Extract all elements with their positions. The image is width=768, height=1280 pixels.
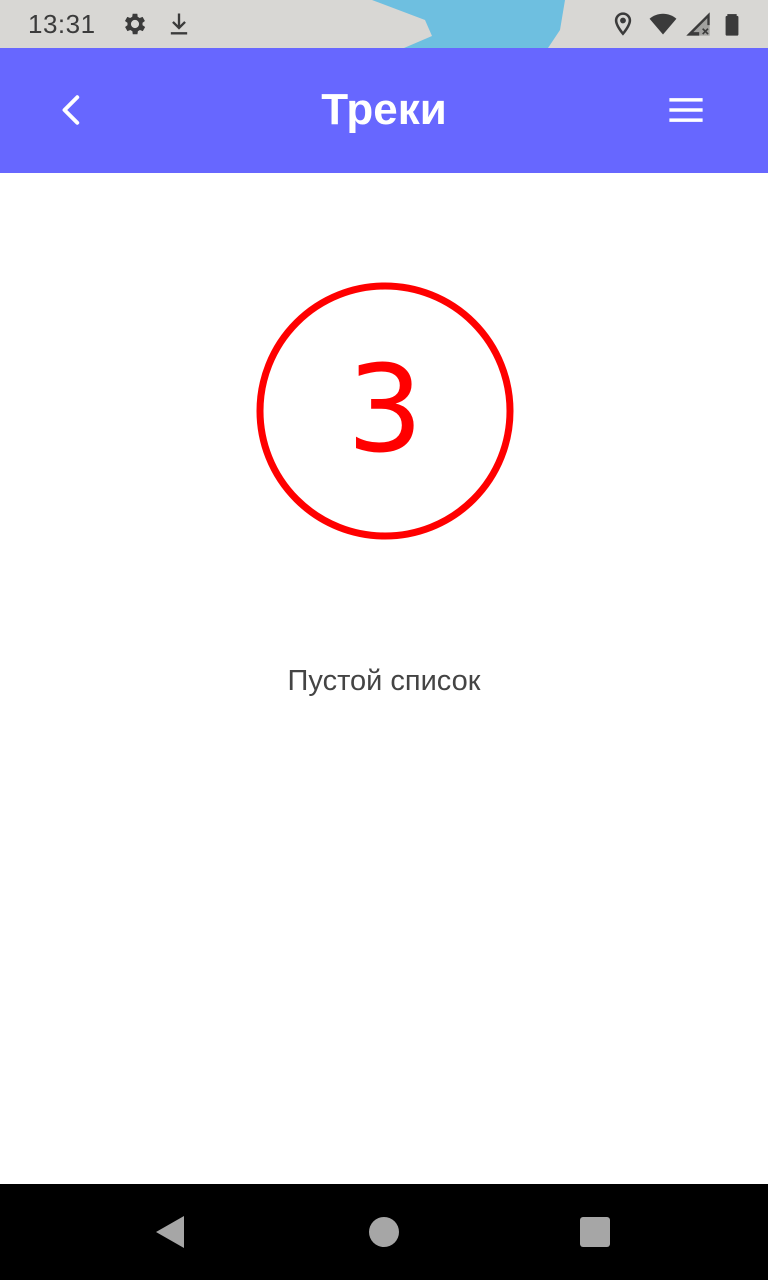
menu-button[interactable] (654, 78, 718, 142)
back-button[interactable] (40, 78, 104, 142)
wifi-icon (647, 10, 679, 38)
empty-state-number: 3 (346, 341, 424, 480)
tracks-list: 3 Пустой список (0, 173, 768, 1184)
chevron-left-icon (62, 95, 80, 125)
battery-icon (718, 10, 746, 38)
app-bar: Треки (0, 48, 768, 173)
recents-square-icon (580, 1217, 610, 1247)
empty-state-message: Пустой список (287, 665, 481, 697)
hamburger-menu-icon (669, 98, 703, 122)
nav-recents-button[interactable] (563, 1204, 627, 1260)
screen: 13:31 Треки 3 Пустой список (0, 0, 768, 1280)
back-triangle-icon (156, 1216, 184, 1248)
nav-back-button[interactable] (138, 1204, 202, 1260)
status-bar: 13:31 (0, 0, 768, 48)
download-icon (165, 10, 193, 38)
page-title: Треки (321, 85, 447, 134)
gear-icon (121, 10, 149, 38)
nav-home-button[interactable] (352, 1204, 416, 1260)
status-time: 13:31 (28, 9, 96, 39)
system-nav-bar (0, 1184, 768, 1280)
signal-icon (684, 10, 712, 38)
location-icon (609, 10, 637, 38)
home-circle-icon (369, 1217, 399, 1247)
